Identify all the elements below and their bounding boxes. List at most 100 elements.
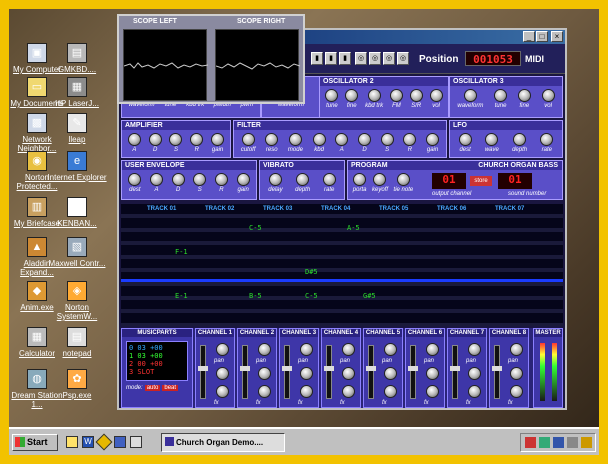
mode-auto-button[interactable]: auto — [144, 385, 161, 391]
knob[interactable]: D — [148, 133, 162, 153]
desktop-icon[interactable]: ▤ notepad — [47, 327, 107, 358]
fader-cap[interactable] — [282, 366, 292, 371]
track-header[interactable]: TRACK 07 — [495, 206, 524, 212]
level-knob[interactable] — [384, 367, 397, 380]
fx-knob[interactable] — [258, 385, 271, 398]
toolbar-btn-3[interactable]: ▮ — [339, 52, 351, 65]
fx-knob[interactable] — [384, 385, 397, 398]
knob-dial[interactable] — [357, 133, 371, 146]
midi-label[interactable]: MIDI — [525, 54, 544, 64]
knob[interactable]: rate — [540, 133, 554, 153]
knob-dial[interactable] — [517, 89, 531, 102]
knob-dial[interactable] — [312, 133, 326, 146]
pattern-tracker[interactable]: TRACK 01 TRACK 02 TRACK 03 TRACK 04 TRACK 05… — [121, 204, 563, 326]
knob-dial[interactable] — [485, 133, 499, 146]
desktop-icon[interactable]: ♫ KENBAN... — [47, 197, 107, 228]
tray-icon-3[interactable] — [553, 437, 564, 448]
knob[interactable]: R — [190, 133, 204, 153]
show-desktop-icon[interactable] — [66, 436, 78, 448]
tray-icon-1[interactable] — [525, 437, 536, 448]
fx-knob[interactable] — [468, 385, 481, 398]
fx-knob[interactable] — [300, 385, 313, 398]
knob[interactable]: S — [169, 133, 183, 153]
knob-dial[interactable] — [241, 133, 255, 146]
knob[interactable]: R — [403, 133, 417, 153]
desktop-icon[interactable]: ✎ lleap — [47, 113, 107, 144]
knob[interactable]: R — [214, 173, 228, 193]
knob[interactable]: A — [127, 133, 141, 153]
speaker-icon[interactable] — [567, 437, 578, 448]
track-header[interactable]: TRACK 06 — [437, 206, 466, 212]
tracker-note[interactable]: A-5 — [347, 224, 360, 232]
knob-dial[interactable] — [325, 89, 339, 102]
tray-icon-5[interactable] — [581, 437, 592, 448]
knob-dial[interactable] — [171, 173, 185, 186]
knob-dial[interactable] — [193, 173, 207, 186]
knob[interactable]: S — [193, 173, 207, 193]
channel-fader[interactable] — [366, 345, 376, 399]
knob[interactable]: waveform — [457, 89, 483, 109]
track-header[interactable]: TRACK 01 — [147, 206, 176, 212]
pan-knob[interactable] — [510, 343, 523, 356]
knob-dial[interactable] — [322, 173, 336, 186]
knob[interactable]: reso — [265, 133, 279, 153]
toolbar-btn-4[interactable]: ◎ — [355, 52, 367, 65]
knob[interactable]: D — [357, 133, 371, 153]
knob-dial[interactable] — [149, 173, 163, 186]
level-knob[interactable] — [300, 367, 313, 380]
tracker-note[interactable]: E-1 — [175, 292, 188, 300]
fader-cap[interactable] — [492, 366, 502, 371]
fader-cap[interactable] — [198, 366, 208, 371]
fx-knob[interactable] — [342, 385, 355, 398]
knob[interactable]: porta — [353, 173, 366, 193]
pan-knob[interactable] — [342, 343, 355, 356]
knob-dial[interactable] — [190, 133, 204, 146]
toolbar-btn-5[interactable]: ◎ — [369, 52, 381, 65]
pan-knob[interactable] — [468, 343, 481, 356]
knob-dial[interactable] — [128, 173, 142, 186]
knob-dial[interactable] — [540, 133, 554, 146]
pan-knob[interactable] — [216, 343, 229, 356]
pan-knob[interactable] — [384, 343, 397, 356]
close-button[interactable]: × — [551, 31, 563, 42]
knob-dial[interactable] — [211, 133, 225, 146]
store-button[interactable]: store — [470, 176, 492, 186]
knob-dial[interactable] — [268, 173, 282, 186]
level-knob[interactable] — [258, 367, 271, 380]
knob-dial[interactable] — [426, 133, 440, 146]
knob-dial[interactable] — [396, 173, 410, 186]
fx-knob[interactable] — [426, 385, 439, 398]
desktop-icon[interactable]: ▧ Maxwell Contr... — [47, 237, 107, 268]
track-header[interactable]: TRACK 03 — [263, 206, 292, 212]
knob-dial[interactable] — [296, 173, 310, 186]
knob[interactable]: vol — [429, 89, 443, 109]
knob[interactable]: gain — [236, 173, 250, 193]
track-header[interactable]: TRACK 05 — [379, 206, 408, 212]
channel-fader[interactable] — [282, 345, 292, 399]
tracker-note[interactable]: C-5 — [249, 224, 262, 232]
tool-icon[interactable] — [114, 436, 126, 448]
fader-cap[interactable] — [408, 366, 418, 371]
fx-knob[interactable] — [216, 385, 229, 398]
knob-dial[interactable] — [148, 133, 162, 146]
taskbar-app-button[interactable]: Church Organ Demo.... — [161, 433, 285, 452]
toolbar-btn-6[interactable]: ◎ — [383, 52, 395, 65]
knob-dial[interactable] — [335, 133, 349, 146]
knob-dial[interactable] — [513, 133, 527, 146]
level-knob[interactable] — [342, 367, 355, 380]
desktop-icon[interactable]: e Internet Explorer — [47, 151, 107, 182]
track-header[interactable]: TRACK 02 — [205, 206, 234, 212]
knob[interactable]: keyoff — [372, 173, 388, 193]
word-icon[interactable]: W — [82, 436, 94, 448]
knob[interactable]: tie note — [394, 173, 413, 193]
tray-icon-2[interactable] — [539, 437, 550, 448]
tracker-note[interactable]: G#5 — [363, 292, 376, 300]
knob[interactable]: gain — [211, 133, 225, 153]
knob-dial[interactable] — [403, 133, 417, 146]
tracker-note[interactable]: F-1 — [175, 248, 188, 256]
knob-dial[interactable] — [541, 89, 555, 102]
knob[interactable]: vol — [541, 89, 555, 109]
knob-dial[interactable] — [373, 173, 387, 186]
desktop-icon[interactable]: ▦ HP LaserJ... — [47, 77, 107, 108]
knob-dial[interactable] — [288, 133, 302, 146]
